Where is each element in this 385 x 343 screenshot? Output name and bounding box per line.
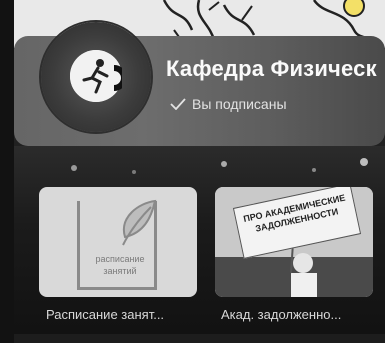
background-lights xyxy=(71,158,368,174)
tile-academic-debts-label[interactable]: Акад. задолженно... xyxy=(221,307,341,322)
group-title: Кафедра Физическ xyxy=(166,56,377,81)
runner-logo-icon xyxy=(70,50,122,102)
left-strip xyxy=(0,0,14,343)
tile-schedule-label[interactable]: Расписание занят... xyxy=(46,307,164,322)
group-page: Кафедра Физическ Вы подписаны расписание… xyxy=(0,0,385,343)
subscription-status-label: Вы подписаны xyxy=(192,96,287,112)
tile-academic-debts[interactable]: ПРО АКАДЕМИЧЕСКИЕ ЗАДОЛЖЕННОСТИ xyxy=(215,187,373,297)
leaf-icon xyxy=(122,199,157,246)
checkmark-icon xyxy=(170,98,186,110)
tile-schedule[interactable]: расписание занятий xyxy=(39,187,197,297)
schedule-caption: расписание занятий xyxy=(95,254,145,276)
subscription-status[interactable]: Вы подписаны xyxy=(170,96,287,112)
bottom-strip xyxy=(14,334,385,343)
